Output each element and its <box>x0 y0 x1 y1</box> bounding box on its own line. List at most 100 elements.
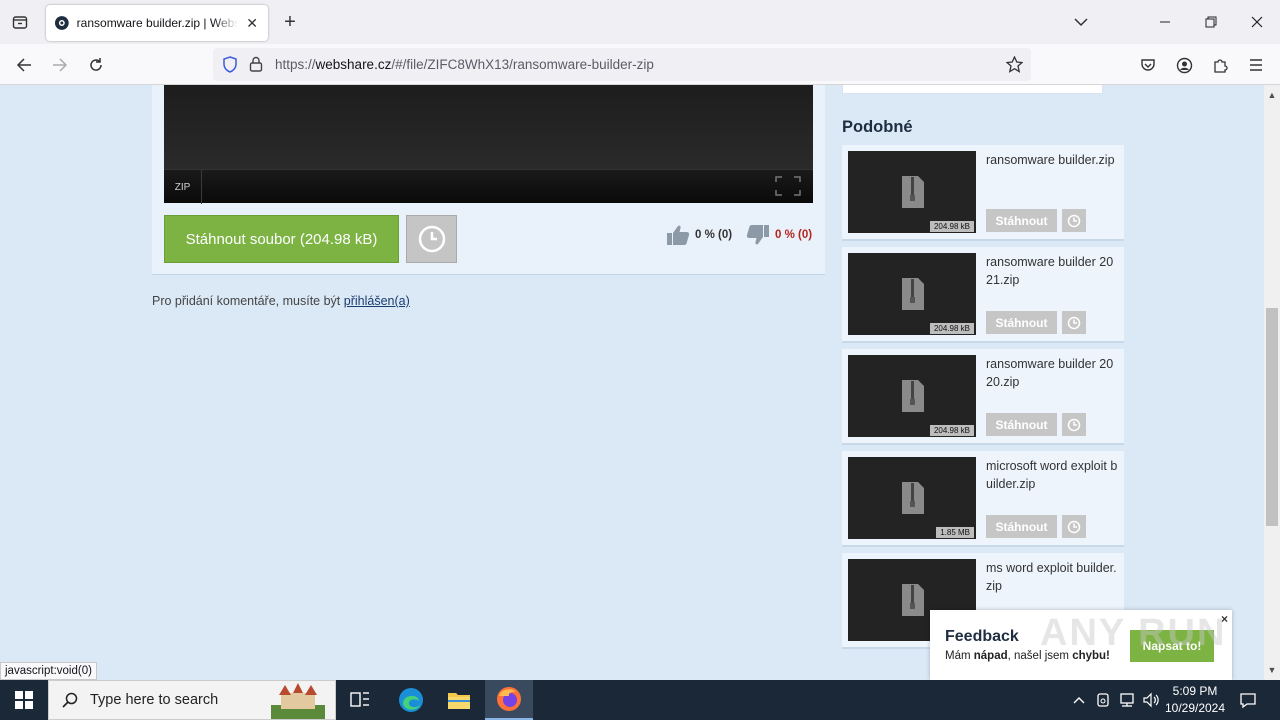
file-panel: ZIP Stáhnout soubor (204.98 kB) 0 % (0) … <box>152 85 825 275</box>
thumbs-up-icon <box>667 225 690 245</box>
similar-download-later-button[interactable] <box>1062 515 1086 538</box>
page-content: ZIP Stáhnout soubor (204.98 kB) 0 % (0) … <box>0 85 1264 680</box>
chevron-down-icon[interactable] <box>1070 12 1092 32</box>
edge-icon[interactable] <box>387 680 435 720</box>
similar-download-later-button[interactable] <box>1062 413 1086 436</box>
file-name-link[interactable]: ransomware builder 2020.zip <box>986 355 1120 391</box>
similar-file-item[interactable]: 204.98 kB ransomware builder 2021.zip St… <box>842 247 1124 343</box>
clock-time: 5:09 PM <box>1172 684 1218 698</box>
close-window-icon[interactable] <box>1243 8 1271 36</box>
file-name-link[interactable]: microsoft word exploit builder.zip <box>986 457 1120 493</box>
menu-icon[interactable] <box>1242 51 1270 79</box>
windows-start-icon[interactable] <box>0 680 48 720</box>
taskbar-clock[interactable]: 5:09 PM 10/29/2024 <box>1160 683 1230 717</box>
download-file-button[interactable]: Stáhnout soubor (204.98 kB) <box>164 215 399 263</box>
scroll-up-icon[interactable]: ▲ <box>1264 87 1280 103</box>
file-thumbnail[interactable]: 204.98 kB <box>848 355 976 437</box>
zip-file-icon <box>902 584 924 616</box>
show-hidden-icons-icon[interactable] <box>1070 680 1088 720</box>
similar-file-item[interactable]: 1.85 MB microsoft word exploit builder.z… <box>842 451 1124 547</box>
similar-download-later-button[interactable] <box>1062 311 1086 334</box>
anyrun-watermark: ANY RUN <box>1040 612 1227 654</box>
taskbar-search-input[interactable]: Type here to search <box>48 680 336 720</box>
similar-download-button[interactable]: Stáhnout <box>986 413 1057 436</box>
zip-file-icon <box>902 176 924 208</box>
fullscreen-icon[interactable] <box>775 176 801 196</box>
clock-icon <box>1067 418 1081 431</box>
vote-up-value: 0 % (0) <box>695 229 733 241</box>
device-icon[interactable] <box>1094 680 1112 720</box>
similar-file-item[interactable]: 204.98 kB ransomware builder 2020.zip St… <box>842 349 1124 445</box>
similar-download-button[interactable]: Stáhnout <box>986 515 1057 538</box>
similar-download-button[interactable]: Stáhnout <box>986 311 1057 334</box>
zip-file-icon <box>902 278 924 310</box>
clock-icon <box>1067 316 1081 329</box>
extensions-icon[interactable] <box>1206 51 1234 79</box>
file-name-link[interactable]: ms word exploit builder.zip <box>986 559 1120 595</box>
preview-controls: ZIP <box>164 169 813 204</box>
tab-list-icon[interactable] <box>8 10 32 34</box>
clock-icon <box>1067 214 1081 227</box>
download-later-button[interactable] <box>406 215 457 263</box>
tracking-protection-icon[interactable] <box>222 56 238 73</box>
comment-login-note: Pro přidání komentáře, musíte být přihlá… <box>152 294 410 308</box>
vote-down-button[interactable]: 0 % (0) <box>746 223 812 247</box>
file-preview: ZIP <box>164 85 813 204</box>
firefox-icon[interactable] <box>485 680 533 720</box>
new-tab-icon[interactable]: + <box>278 10 302 34</box>
login-link[interactable]: přihlášen(a) <box>344 294 410 308</box>
vote-up-button[interactable]: 0 % (0) <box>666 223 732 247</box>
windows-taskbar: Type here to search 5:09 PM 10/29/2024 <box>0 680 1280 720</box>
file-thumbnail[interactable]: 1.85 MB <box>848 457 976 539</box>
file-size: 204.98 kB <box>929 323 974 334</box>
back-icon[interactable] <box>10 51 38 79</box>
notifications-icon[interactable] <box>1236 680 1260 720</box>
search-icon <box>62 692 78 708</box>
url-path: /#/file/ZIFC8WhX13/ransomware-builder-zi… <box>391 57 654 72</box>
task-view-icon[interactable] <box>336 680 384 720</box>
url-text[interactable]: https://webshare.cz/#/file/ZIFC8WhX13/ra… <box>275 57 654 72</box>
status-link-tooltip: javascript:void(0) <box>0 662 97 680</box>
thumbs-down-icon <box>746 225 769 245</box>
feedback-text-part: Mám <box>945 650 974 662</box>
restore-icon[interactable] <box>1197 8 1225 36</box>
file-thumbnail[interactable]: 204.98 kB <box>848 253 976 335</box>
clock-icon <box>1067 520 1081 533</box>
volume-icon[interactable] <box>1141 680 1161 720</box>
scroll-down-icon[interactable]: ▼ <box>1264 662 1280 678</box>
file-size: 204.98 kB <box>929 221 974 232</box>
file-name-link[interactable]: ransomware builder 2021.zip <box>986 253 1120 289</box>
file-name-link[interactable]: ransomware builder.zip <box>986 151 1120 169</box>
search-highlight-castle-icon <box>271 683 325 719</box>
scroll-thumb[interactable] <box>1266 308 1278 526</box>
active-tab[interactable]: ransomware builder.zip | Webshare ✕ <box>46 5 268 41</box>
lock-icon[interactable] <box>249 56 263 73</box>
similar-download-button[interactable]: Stáhnout <box>986 209 1057 232</box>
similar-file-item[interactable]: 204.98 kB ransomware builder.zip Stáhnou… <box>842 145 1124 241</box>
zip-file-icon <box>902 482 924 514</box>
clock-icon <box>418 225 445 253</box>
clock-date: 10/29/2024 <box>1164 701 1226 715</box>
feedback-text-idea: nápad <box>973 650 1008 662</box>
file-thumbnail[interactable]: 204.98 kB <box>848 151 976 233</box>
similar-files-heading: Podobné <box>842 118 913 136</box>
minimize-icon[interactable] <box>1151 8 1179 36</box>
page-scrollbar[interactable]: ▲ ▼ <box>1264 85 1280 680</box>
tab-title: ransomware builder.zip | Webshare <box>76 16 239 30</box>
forward-icon[interactable] <box>46 51 74 79</box>
vote-down-value: 0 % (0) <box>775 229 813 241</box>
navigation-bar: https://webshare.cz/#/file/ZIFC8WhX13/ra… <box>0 44 1280 85</box>
file-size: 204.98 kB <box>929 425 974 436</box>
network-icon[interactable] <box>1117 680 1137 720</box>
feedback-title: Feedback <box>945 628 1019 645</box>
similar-download-later-button[interactable] <box>1062 209 1086 232</box>
account-icon[interactable] <box>1170 51 1198 79</box>
reload-icon[interactable] <box>82 51 110 79</box>
file-explorer-icon[interactable] <box>435 680 483 720</box>
url-bar[interactable]: https://webshare.cz/#/file/ZIFC8WhX13/ra… <box>213 48 1031 81</box>
zip-file-icon <box>902 380 924 412</box>
tab-close-icon[interactable]: ✕ <box>244 15 260 31</box>
bookmark-star-icon[interactable] <box>1006 56 1023 73</box>
url-host: webshare.cz <box>315 57 392 72</box>
pocket-icon[interactable] <box>1134 51 1162 79</box>
